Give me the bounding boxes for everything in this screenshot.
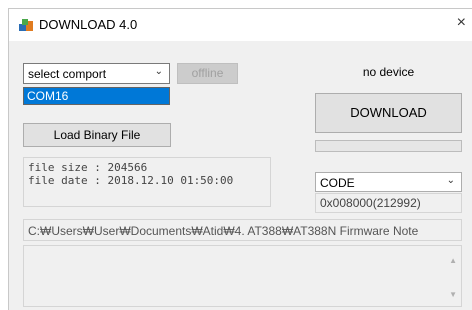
progress-bar (315, 140, 462, 152)
comport-select-value: select comport (28, 67, 107, 81)
chevron-down-icon[interactable]: ⌄ (155, 66, 163, 77)
file-info-box: file size : 204566 file date : 2018.12.1… (23, 157, 271, 207)
file-path-field: C:₩Users₩User₩Documents₩Atid₩4. AT388₩AT… (23, 219, 462, 241)
title-bar: DOWNLOAD 4.0 × (9, 9, 472, 41)
download-app-icon (19, 19, 33, 31)
code-select[interactable]: CODE ⌄ (315, 172, 462, 192)
load-binary-file-button[interactable]: Load Binary File (23, 123, 171, 147)
comport-select[interactable]: select comport ⌄ (23, 63, 170, 84)
comport-dropdown-list: COM16 (23, 87, 170, 105)
address-field: 0x008000(212992) (315, 193, 462, 213)
window-title: DOWNLOAD 4.0 (39, 17, 138, 32)
log-textbox[interactable]: ▲ ▼ (23, 245, 462, 307)
close-icon[interactable]: × (457, 14, 466, 32)
vertical-scrollbar[interactable]: ▲ ▼ (444, 246, 461, 306)
download-button[interactable]: DOWNLOAD (315, 93, 462, 133)
comport-option-com16[interactable]: COM16 (24, 88, 169, 104)
scroll-down-icon[interactable]: ▼ (449, 290, 457, 299)
download-window: DOWNLOAD 4.0 × select comport ⌄ COM16 of… (8, 8, 472, 310)
chevron-down-icon[interactable]: ⌄ (447, 175, 455, 186)
file-size-text: file size : 204566 (28, 161, 148, 174)
code-select-value: CODE (320, 176, 355, 190)
file-date-text: file date : 2018.12.10 01:50:00 (28, 174, 234, 187)
device-status: no device (362, 65, 415, 79)
offline-button[interactable]: offline (177, 63, 238, 84)
scroll-up-icon[interactable]: ▲ (449, 256, 457, 265)
